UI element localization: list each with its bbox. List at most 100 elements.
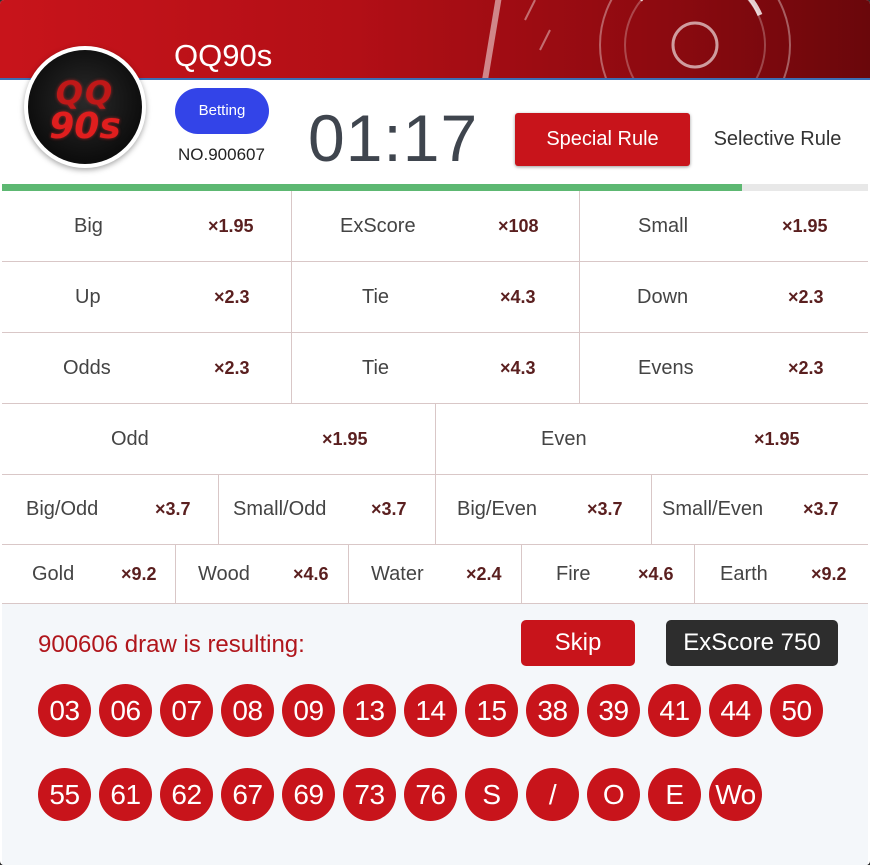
exscore-button[interactable]: ExScore 750 bbox=[666, 620, 838, 666]
bet-option-fire[interactable]: Fire ×4.6 bbox=[522, 545, 695, 604]
bet-option-up[interactable]: Up ×2.3 bbox=[2, 262, 292, 333]
bet-option-big-odd[interactable]: Big/Odd ×3.7 bbox=[2, 475, 219, 545]
bet-label: Even bbox=[541, 427, 587, 450]
bet-odds: ×1.95 bbox=[208, 215, 254, 236]
bet-option-big-even[interactable]: Big/Even ×3.7 bbox=[436, 475, 652, 545]
bet-odds: ×4.6 bbox=[293, 563, 329, 584]
status-badge: Betting bbox=[175, 88, 269, 134]
bet-odds: ×3.7 bbox=[803, 499, 839, 519]
bet-row-up-down: Up ×2.3 Tie ×4.3 Down ×2.3 bbox=[2, 262, 868, 333]
result-ball: 44 bbox=[709, 684, 762, 737]
bet-odds: ×3.7 bbox=[371, 499, 407, 519]
countdown-timer: 01:17 bbox=[308, 101, 479, 175]
result-ball: 09 bbox=[282, 684, 335, 737]
app-window: QQ 90s QQ90s Betting NO.900607 01:17 Spe… bbox=[0, 0, 870, 865]
bet-option-tie[interactable]: Tie ×4.3 bbox=[292, 262, 580, 333]
bet-label: Fire bbox=[556, 562, 591, 585]
bet-label: Earth bbox=[720, 562, 768, 585]
result-ball: 08 bbox=[221, 684, 274, 737]
result-ball: O bbox=[587, 768, 640, 821]
bet-odds: ×2.3 bbox=[214, 357, 250, 378]
result-ball: 14 bbox=[404, 684, 457, 737]
special-rule-button[interactable]: Special Rule bbox=[515, 113, 690, 166]
result-ball: 67 bbox=[221, 768, 274, 821]
result-ball: 76 bbox=[404, 768, 457, 821]
bet-odds: ×1.95 bbox=[322, 428, 368, 449]
logo-text-bottom: 90s bbox=[49, 106, 121, 147]
bet-label: Wood bbox=[198, 562, 250, 585]
bet-label: Gold bbox=[32, 562, 75, 585]
bet-odds: ×3.7 bbox=[587, 499, 623, 519]
countdown-progress-bar bbox=[2, 184, 868, 191]
bet-option-small-odd[interactable]: Small/Odd ×3.7 bbox=[219, 475, 436, 545]
result-ball: 06 bbox=[99, 684, 152, 737]
bet-row-big-small: Big ×1.95 ExScore ×108 Small ×1.95 bbox=[2, 191, 868, 262]
bet-label: Water bbox=[371, 562, 424, 585]
result-ball: E bbox=[648, 768, 701, 821]
bet-odds: ×9.2 bbox=[121, 563, 157, 584]
bet-option-down[interactable]: Down ×2.3 bbox=[580, 262, 868, 333]
bet-odds: ×2.4 bbox=[466, 563, 502, 584]
bet-row-elements: Gold ×9.2 Wood ×4.6 Water ×2.4 Fire ×4.6… bbox=[2, 545, 868, 604]
bet-option-big[interactable]: Big ×1.95 bbox=[2, 191, 292, 262]
result-ball: 50 bbox=[770, 684, 823, 737]
bet-odds: ×4.3 bbox=[500, 357, 536, 378]
skip-button[interactable]: Skip bbox=[521, 620, 635, 666]
result-ball: 69 bbox=[282, 768, 335, 821]
bet-odds: ×108 bbox=[498, 215, 539, 236]
bet-label: Big/Even bbox=[457, 498, 538, 520]
bet-option-wood[interactable]: Wood ×4.6 bbox=[176, 545, 349, 604]
bet-label: Small/Odd bbox=[233, 498, 327, 520]
bet-label: Evens bbox=[638, 356, 694, 379]
speedometer-decoration-icon bbox=[482, 0, 791, 78]
result-ball: 61 bbox=[99, 768, 152, 821]
bet-label: Tie bbox=[362, 356, 390, 379]
selective-rule-button[interactable]: Selective Rule bbox=[700, 113, 855, 166]
bet-label: Odds bbox=[63, 356, 111, 379]
bet-label: Small/Even bbox=[662, 498, 764, 520]
bet-odds: ×2.3 bbox=[788, 357, 824, 378]
result-ball: 07 bbox=[160, 684, 213, 737]
bet-label: Big bbox=[74, 214, 103, 237]
result-ball: 13 bbox=[343, 684, 396, 737]
bet-option-odd[interactable]: Odd ×1.95 bbox=[2, 404, 436, 475]
bet-odds: ×4.3 bbox=[500, 286, 536, 307]
bet-option-odds[interactable]: Odds ×2.3 bbox=[2, 333, 292, 404]
bet-option-exscore[interactable]: ExScore ×108 bbox=[292, 191, 580, 262]
bet-odds: ×1.95 bbox=[782, 215, 828, 236]
app-title: QQ90s bbox=[174, 38, 273, 73]
bet-odds: ×9.2 bbox=[811, 563, 847, 584]
bet-label: Big/Odd bbox=[26, 498, 99, 520]
result-ball: / bbox=[526, 768, 579, 821]
bet-option-water[interactable]: Water ×2.4 bbox=[349, 545, 522, 604]
bet-option-tie[interactable]: Tie ×4.3 bbox=[292, 333, 580, 404]
bet-label: ExScore bbox=[340, 214, 416, 237]
result-ball: 15 bbox=[465, 684, 518, 737]
bet-row-odd-even: Odd ×1.95 Even ×1.95 bbox=[2, 404, 868, 475]
bet-label: Tie bbox=[362, 285, 390, 308]
bet-option-small-even[interactable]: Small/Even ×3.7 bbox=[652, 475, 868, 545]
bet-row-odds-evens: Odds ×2.3 Tie ×4.3 Evens ×2.3 bbox=[2, 333, 868, 404]
draw-result-status: 900606 draw is resulting: bbox=[38, 631, 305, 658]
bet-option-even[interactable]: Even ×1.95 bbox=[436, 404, 868, 475]
bet-option-gold[interactable]: Gold ×9.2 bbox=[2, 545, 176, 604]
bet-odds: ×3.7 bbox=[155, 499, 191, 519]
bet-odds: ×2.3 bbox=[788, 286, 824, 307]
result-ball: 73 bbox=[343, 768, 396, 821]
bet-odds: ×4.6 bbox=[638, 563, 674, 584]
result-ball: S bbox=[465, 768, 518, 821]
result-ball: 03 bbox=[38, 684, 91, 737]
bet-option-evens[interactable]: Evens ×2.3 bbox=[580, 333, 868, 404]
bet-option-earth[interactable]: Earth ×9.2 bbox=[695, 545, 868, 604]
result-ball: 38 bbox=[526, 684, 579, 737]
bet-label: Small bbox=[638, 214, 689, 237]
bet-label: Down bbox=[637, 285, 689, 308]
bet-row-combinations: Big/Odd ×3.7 Small/Odd ×3.7 Big/Even ×3.… bbox=[2, 475, 868, 545]
bet-label: Odd bbox=[111, 427, 149, 450]
bet-label: Up bbox=[75, 285, 101, 308]
bet-option-small[interactable]: Small ×1.95 bbox=[580, 191, 868, 262]
countdown-progress-fill bbox=[2, 184, 743, 191]
result-ball: 41 bbox=[648, 684, 701, 737]
result-ball: 62 bbox=[160, 768, 213, 821]
draw-result-panel: 900606 draw is resulting: Skip ExScore 7… bbox=[2, 604, 868, 865]
